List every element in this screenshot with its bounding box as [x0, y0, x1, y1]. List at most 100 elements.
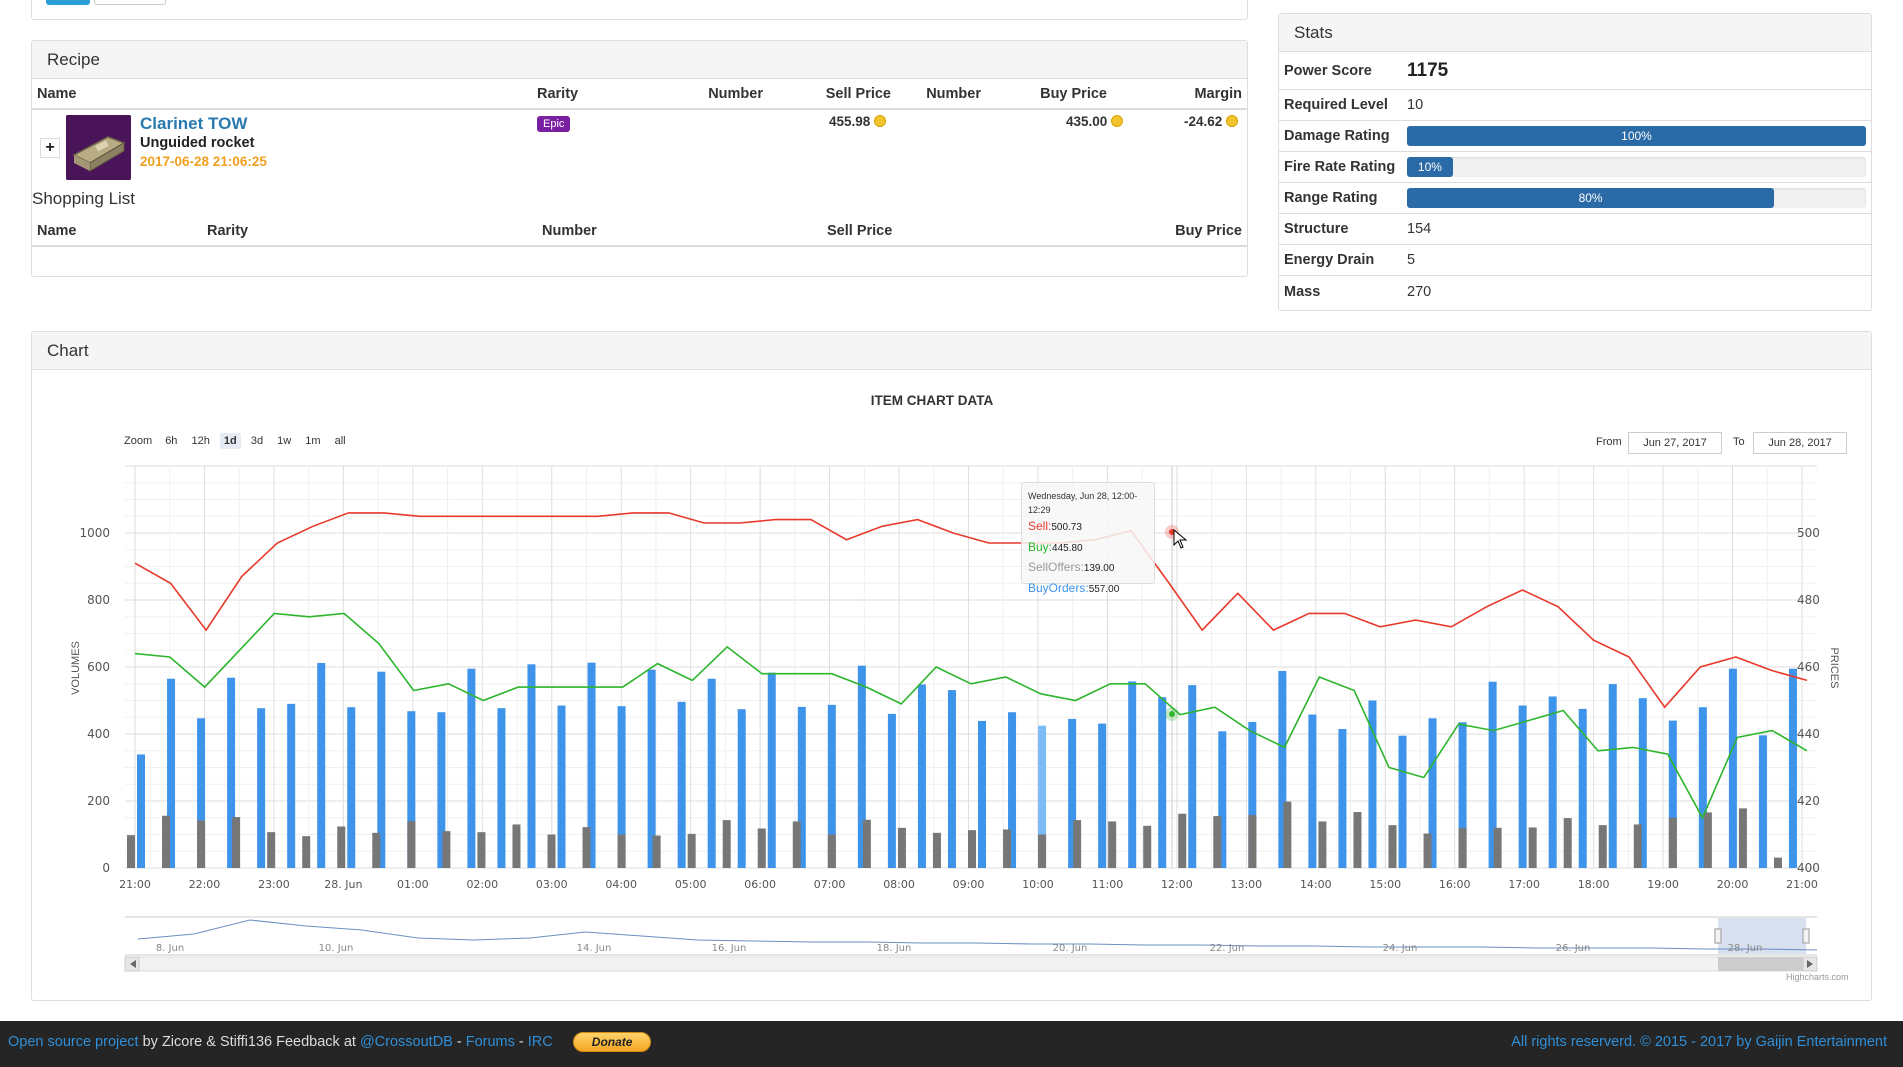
stat-label: Power Score [1284, 62, 1372, 79]
zoom-label: Zoom [124, 435, 153, 447]
highcharts-credit[interactable]: Highcharts.com [1786, 972, 1849, 982]
rarity-badge: Epic [537, 116, 571, 132]
shopping-list-title: Shopping List [32, 189, 136, 208]
from-date-input[interactable]: Jun 27, 2017 [1628, 432, 1722, 454]
recipe-panel: Recipe Name Rarity Number Sell Price Num… [31, 40, 1248, 277]
range-progress-bar: 80% [1407, 188, 1866, 208]
chart-tooltip: Wednesday, Jun 28, 12:00-12:29 Sell:500.… [1021, 482, 1155, 595]
tooltip-buyorders: BuyOrders:557.00 [1028, 579, 1148, 600]
shop-col-sell-price: Sell Price [827, 222, 893, 239]
stat-label: Energy Drain [1284, 252, 1375, 268]
zoom-1d-button[interactable]: 1d [219, 433, 241, 449]
forums-link[interactable]: Forums [466, 1034, 515, 1050]
stat-power-score: Power Score 1175 [1279, 52, 1871, 90]
y-right-axis-title: PRICES [1828, 647, 1840, 689]
zoom-1m-button[interactable]: 1m [301, 433, 324, 449]
primary-button-remnant[interactable] [46, 0, 90, 5]
shop-col-buy-price: Buy Price [1175, 222, 1242, 239]
col-number: Number [708, 85, 763, 102]
item-timestamp: 2017-06-28 21:06:25 [140, 154, 267, 169]
recipe-item-row: + Clarinet TOW Unguided rocket 2017-06-2… [32, 110, 1247, 188]
stat-label: Fire Rate Rating [1284, 159, 1396, 175]
zoom-1w-button[interactable]: 1w [273, 433, 295, 449]
footer-credits-text: by Zicore & Stiffi136 Feedback at [138, 1034, 360, 1050]
footer-sep: - [452, 1034, 466, 1050]
recipe-table: Name Rarity Number Sell Price Number Buy… [32, 79, 1247, 110]
tooltip-sell-label: Sell: [1028, 519, 1052, 533]
stat-value: 10 [1407, 97, 1424, 113]
damage-progress-fill: 100% [1407, 126, 1866, 146]
crossoutdb-link[interactable]: @CrossoutDB [360, 1034, 453, 1050]
stat-structure: Structure 154 [1279, 214, 1871, 245]
shop-col-name: Name [37, 222, 77, 239]
expand-button[interactable]: + [40, 138, 60, 158]
chart-panel: Chart [31, 331, 1872, 1001]
tooltip-date: Wednesday, Jun 28, 12:00-12:29 [1028, 491, 1138, 515]
tooltip-buy-label: Buy: [1028, 539, 1053, 554]
buy-price-text: 435.00 [1066, 114, 1108, 129]
range-progress-fill: 80% [1407, 188, 1775, 208]
col-rarity: Rarity [537, 85, 579, 102]
stat-mass: Mass 270 [1279, 276, 1871, 307]
zoom-12h-button[interactable]: 12h [188, 433, 214, 449]
rocket-launcher-icon [66, 115, 131, 180]
stat-fire-rate: Fire Rate Rating 10% [1279, 152, 1871, 183]
tooltip-sell-value: 500.73 [1051, 522, 1082, 533]
tooltip-buyorders-value: 557.00 [1088, 583, 1120, 595]
margin-text: -24.62 [1184, 114, 1223, 129]
chart-heading: Chart [32, 332, 1871, 370]
stat-label: Required Level [1284, 97, 1388, 113]
footer-sep: - [514, 1034, 528, 1050]
shop-col-number: Number [542, 222, 597, 239]
zoom-all-button[interactable]: all [331, 433, 350, 449]
stat-label: Range Rating [1284, 190, 1378, 206]
top-panel-remnant [31, 0, 1248, 20]
zoom-3d-button[interactable]: 3d [247, 433, 267, 449]
stat-value: 5 [1407, 252, 1416, 268]
stat-label: Mass [1284, 283, 1321, 300]
chart-title: ITEM CHART DATA [870, 393, 994, 408]
stat-value: 270 [1407, 283, 1432, 300]
damage-progress-bar: 100% [1407, 126, 1866, 146]
from-label: From [1596, 436, 1622, 448]
zoom-6h-button[interactable]: 6h [161, 433, 181, 449]
recipe-heading: Recipe [32, 41, 1247, 79]
col-sell-price: Sell Price [825, 85, 891, 102]
donate-button[interactable]: Donate [572, 1032, 652, 1053]
col-name: Name [37, 85, 77, 102]
coin-icon [874, 115, 887, 127]
coin-icon [1111, 115, 1124, 127]
open-source-link[interactable]: Open source project [8, 1034, 139, 1050]
stat-range-rating: Range Rating 80% [1279, 183, 1871, 214]
to-label: To [1733, 436, 1745, 448]
tooltip-selloffers-value: 139.00 [1083, 563, 1115, 574]
default-button-remnant[interactable] [94, 0, 166, 5]
col-buy-price: Buy Price [1040, 85, 1107, 102]
buy-price-value: 435.00 [1066, 114, 1124, 129]
fire-rate-progress-bar: 10% [1407, 157, 1866, 177]
shop-col-rarity: Rarity [207, 222, 249, 239]
margin-value: -24.62 [1184, 114, 1239, 129]
tooltip-buy-value: 445.80 [1052, 542, 1083, 554]
sell-price-text: 455.98 [829, 114, 871, 129]
sell-price-value: 455.98 [829, 114, 887, 129]
copyright-link[interactable]: All rights reserverd. © 2015 - 2017 by G… [1511, 1021, 1887, 1063]
shopping-list-table: Name Rarity Number Sell Price Buy Price [32, 216, 1247, 247]
tooltip-selloffers-label: SellOffers: [1028, 560, 1084, 574]
stat-label: Damage Rating [1284, 128, 1390, 144]
tooltip-buy: Buy:445.80 [1028, 538, 1148, 559]
stat-required-level: Required Level 10 [1279, 90, 1871, 121]
tooltip-sell: Sell:500.73 [1028, 517, 1148, 538]
col-number-2: Number [926, 85, 981, 102]
stat-label: Structure [1284, 221, 1349, 237]
stat-value: 154 [1407, 221, 1432, 237]
to-date-input[interactable]: Jun 28, 2017 [1753, 432, 1847, 454]
stat-damage-rating: Damage Rating 100% [1279, 121, 1871, 152]
item-name[interactable]: Clarinet TOW [140, 114, 247, 134]
tooltip-selloffers: SellOffers:139.00 [1028, 558, 1148, 579]
irc-link[interactable]: IRC [528, 1034, 553, 1050]
stats-heading: Stats [1279, 14, 1871, 52]
stat-value: 1175 [1407, 59, 1449, 81]
item-thumbnail [66, 115, 131, 180]
y-left-axis-title: VOLUMES [70, 641, 82, 695]
